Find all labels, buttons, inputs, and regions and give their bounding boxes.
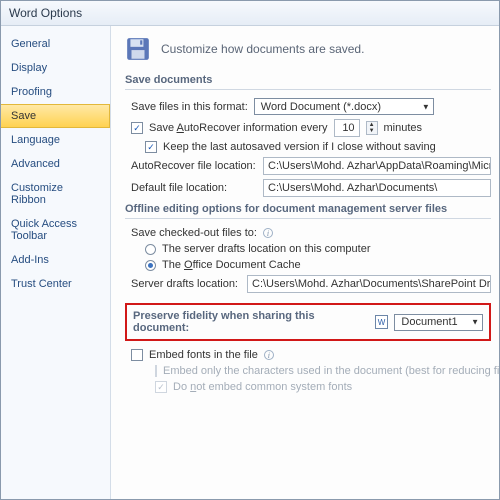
sidebar-item-customize-ribbon[interactable]: Customize Ribbon — [1, 176, 110, 212]
row-autorecover-location: AutoRecover file location: C:\Users\Mohd… — [131, 157, 491, 175]
sidebar-item-advanced[interactable]: Advanced — [1, 152, 110, 176]
radio-server-drafts-label: The server drafts location on this compu… — [162, 243, 370, 255]
autorecover-label: Save AutoRecover information every — [149, 122, 328, 134]
sidebar-item-proofing[interactable]: Proofing — [1, 80, 110, 104]
sidebar-item-quick-access-toolbar[interactable]: Quick Access Toolbar — [1, 212, 110, 248]
section-offline: Offline editing options for document man… — [125, 203, 491, 219]
sidebar: General Display Proofing Save Language A… — [1, 26, 111, 499]
page-title: Customize how documents are saved. — [161, 42, 364, 56]
section-save-documents: Save documents — [125, 74, 491, 90]
radio-office-cache[interactable] — [145, 260, 156, 271]
embed-common-label: Do not embed common system fonts — [173, 381, 352, 393]
embed-fonts-label: Embed fonts in the file — [149, 349, 258, 361]
embed-chars-label: Embed only the characters used in the do… — [163, 365, 499, 377]
fidelity-document-select[interactable]: Document1 ▼ — [394, 314, 483, 331]
default-location-input[interactable]: C:\Users\Mohd. Azhar\Documents\ — [263, 179, 491, 197]
sidebar-item-language[interactable]: Language — [1, 128, 110, 152]
row-keep-last: ✓ Keep the last autosaved version if I c… — [145, 141, 491, 153]
save-disk-icon — [125, 36, 151, 62]
autorecover-location-label: AutoRecover file location: — [131, 160, 257, 172]
file-format-label: Save files in this format: — [131, 101, 248, 113]
row-default-location: Default file location: C:\Users\Mohd. Az… — [131, 179, 491, 197]
autorecover-minutes-input[interactable]: 10 — [334, 119, 360, 137]
row-autorecover: ✓ Save AutoRecover information every 10 … — [131, 119, 491, 137]
row-embed-fonts: Embed fonts in the file i — [131, 349, 491, 361]
fidelity-highlight: Preserve fidelity when sharing this docu… — [125, 303, 491, 341]
row-server-drafts-location: Server drafts location: C:\Users\Mohd. A… — [131, 275, 491, 293]
embed-chars-checkbox — [155, 365, 157, 377]
titlebar: Word Options — [1, 1, 499, 26]
content-pane: Customize how documents are saved. Save … — [111, 26, 499, 499]
spinner-down-icon: ▼ — [367, 128, 377, 134]
window-title: Word Options — [9, 6, 82, 20]
default-location-label: Default file location: — [131, 182, 257, 194]
chevron-down-icon: ▼ — [471, 318, 479, 327]
embed-common-checkbox: ✓ — [155, 381, 167, 393]
autorecover-spinner[interactable]: ▲▼ — [366, 121, 378, 135]
fidelity-document-value: Document1 — [401, 316, 457, 328]
info-icon[interactable]: i — [263, 228, 273, 238]
window-body: General Display Proofing Save Language A… — [1, 26, 499, 499]
row-opt-server: The server drafts location on this compu… — [145, 243, 491, 255]
word-options-window: Word Options General Display Proofing Sa… — [0, 0, 500, 500]
checkout-label: Save checked-out files to: — [131, 227, 257, 239]
chevron-down-icon: ▼ — [422, 102, 430, 111]
row-embed-chars: Embed only the characters used in the do… — [155, 365, 491, 377]
radio-server-drafts[interactable] — [145, 244, 156, 255]
row-checkout-label: Save checked-out files to: i — [131, 227, 491, 239]
autorecover-checkbox[interactable]: ✓ — [131, 122, 143, 134]
sidebar-item-general[interactable]: General — [1, 32, 110, 56]
info-icon[interactable]: i — [264, 350, 274, 360]
fidelity-title: Preserve fidelity when sharing this docu… — [133, 310, 369, 334]
keep-last-label: Keep the last autosaved version if I clo… — [163, 141, 436, 153]
radio-dot-icon — [148, 263, 153, 268]
server-drafts-label: Server drafts location: — [131, 278, 241, 290]
server-drafts-input[interactable]: C:\Users\Mohd. Azhar\Documents\SharePoin… — [247, 275, 491, 293]
sidebar-item-display[interactable]: Display — [1, 56, 110, 80]
autorecover-location-input[interactable]: C:\Users\Mohd. Azhar\AppData\Roaming\Mic… — [263, 157, 491, 175]
file-format-select[interactable]: Word Document (*.docx) ▼ — [254, 98, 434, 115]
row-file-format: Save files in this format: Word Document… — [131, 98, 491, 115]
row-opt-cache: The Office Document Cache — [145, 259, 491, 271]
radio-office-cache-label: The Office Document Cache — [162, 259, 301, 271]
sidebar-item-add-ins[interactable]: Add-Ins — [1, 248, 110, 272]
keep-last-checkbox[interactable]: ✓ — [145, 141, 157, 153]
document-icon: W — [375, 315, 389, 329]
page-header: Customize how documents are saved. — [125, 36, 491, 62]
file-format-value: Word Document (*.docx) — [261, 101, 381, 113]
autorecover-suffix: minutes — [384, 122, 423, 134]
sidebar-item-trust-center[interactable]: Trust Center — [1, 272, 110, 296]
embed-fonts-checkbox[interactable] — [131, 349, 143, 361]
sidebar-item-save[interactable]: Save — [1, 104, 110, 128]
row-embed-common: ✓ Do not embed common system fonts — [155, 381, 491, 393]
